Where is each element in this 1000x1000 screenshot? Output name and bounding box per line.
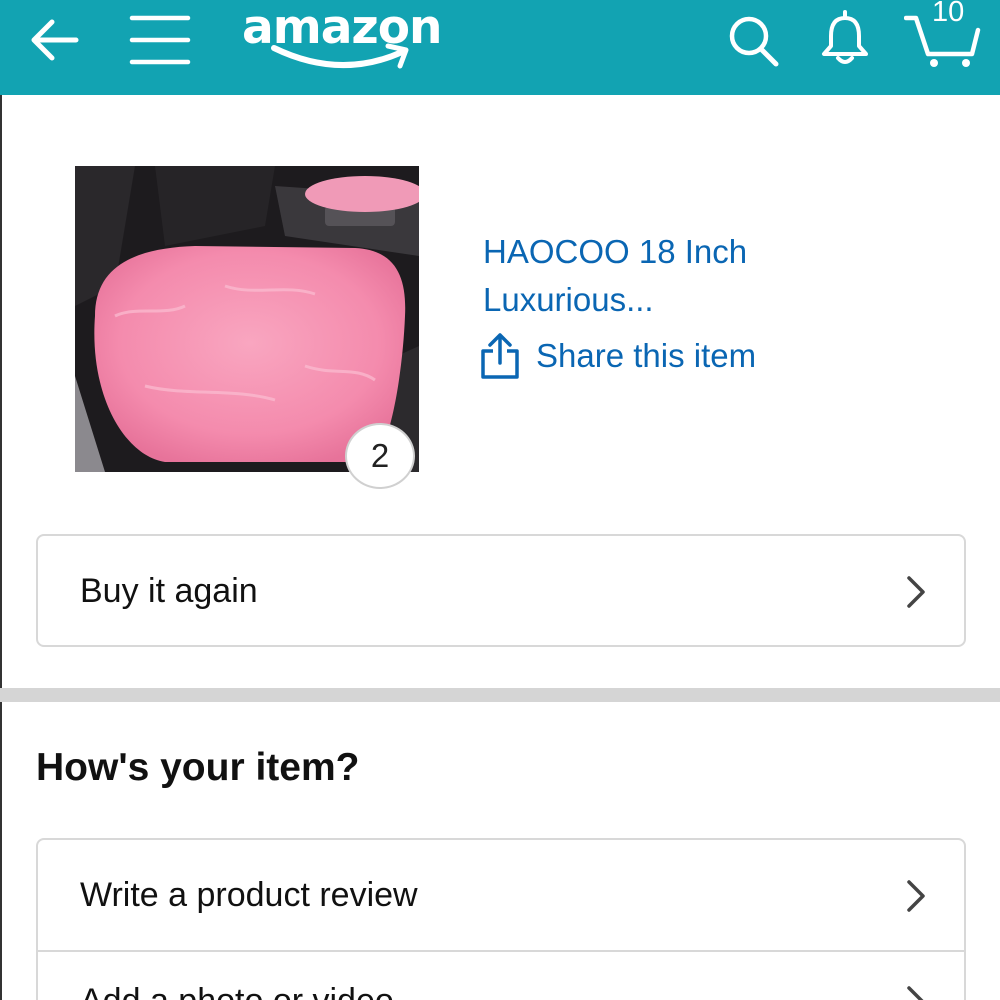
chevron-right-icon [907, 880, 925, 912]
write-review-row[interactable]: Write a product review [38, 840, 964, 950]
quantity-badge: 2 [345, 423, 415, 489]
buy-it-again-button[interactable]: Buy it again [36, 534, 966, 647]
review-options-card: Write a product review Add a photo or vi… [36, 838, 966, 1000]
search-icon[interactable] [724, 10, 784, 70]
add-photo-video-label: Add a photo or video [80, 982, 394, 1000]
share-item-link[interactable]: Share this item [480, 330, 756, 382]
product-title-line-1: HAOCOO 18 Inch [483, 233, 748, 270]
cart-count-badge: 10 [932, 0, 965, 28]
section-heading: How's your item? [36, 746, 360, 789]
share-icon [481, 333, 519, 379]
left-border [0, 95, 2, 1000]
amazon-logo[interactable]: amazon [236, 0, 456, 80]
logo-smile-icon [271, 43, 409, 69]
chevron-right-icon [907, 576, 925, 608]
cart-button[interactable]: 10 [898, 0, 988, 80]
bell-icon[interactable] [814, 8, 876, 70]
hamburger-menu-icon[interactable] [128, 10, 194, 76]
add-photo-video-row[interactable]: Add a photo or video [38, 952, 964, 1000]
write-review-label: Write a product review [80, 876, 418, 914]
share-label: Share this item [536, 337, 757, 374]
product-title-link[interactable]: HAOCOO 18 Inch Luxurious... [483, 228, 923, 324]
top-navigation-bar: amazon 10 [0, 0, 1000, 95]
section-divider [0, 688, 1000, 702]
product-title-line-2: Luxurious... [483, 281, 654, 318]
buy-it-again-label: Buy it again [80, 572, 258, 610]
chevron-right-icon [907, 986, 924, 1000]
back-arrow-icon[interactable] [22, 10, 88, 76]
